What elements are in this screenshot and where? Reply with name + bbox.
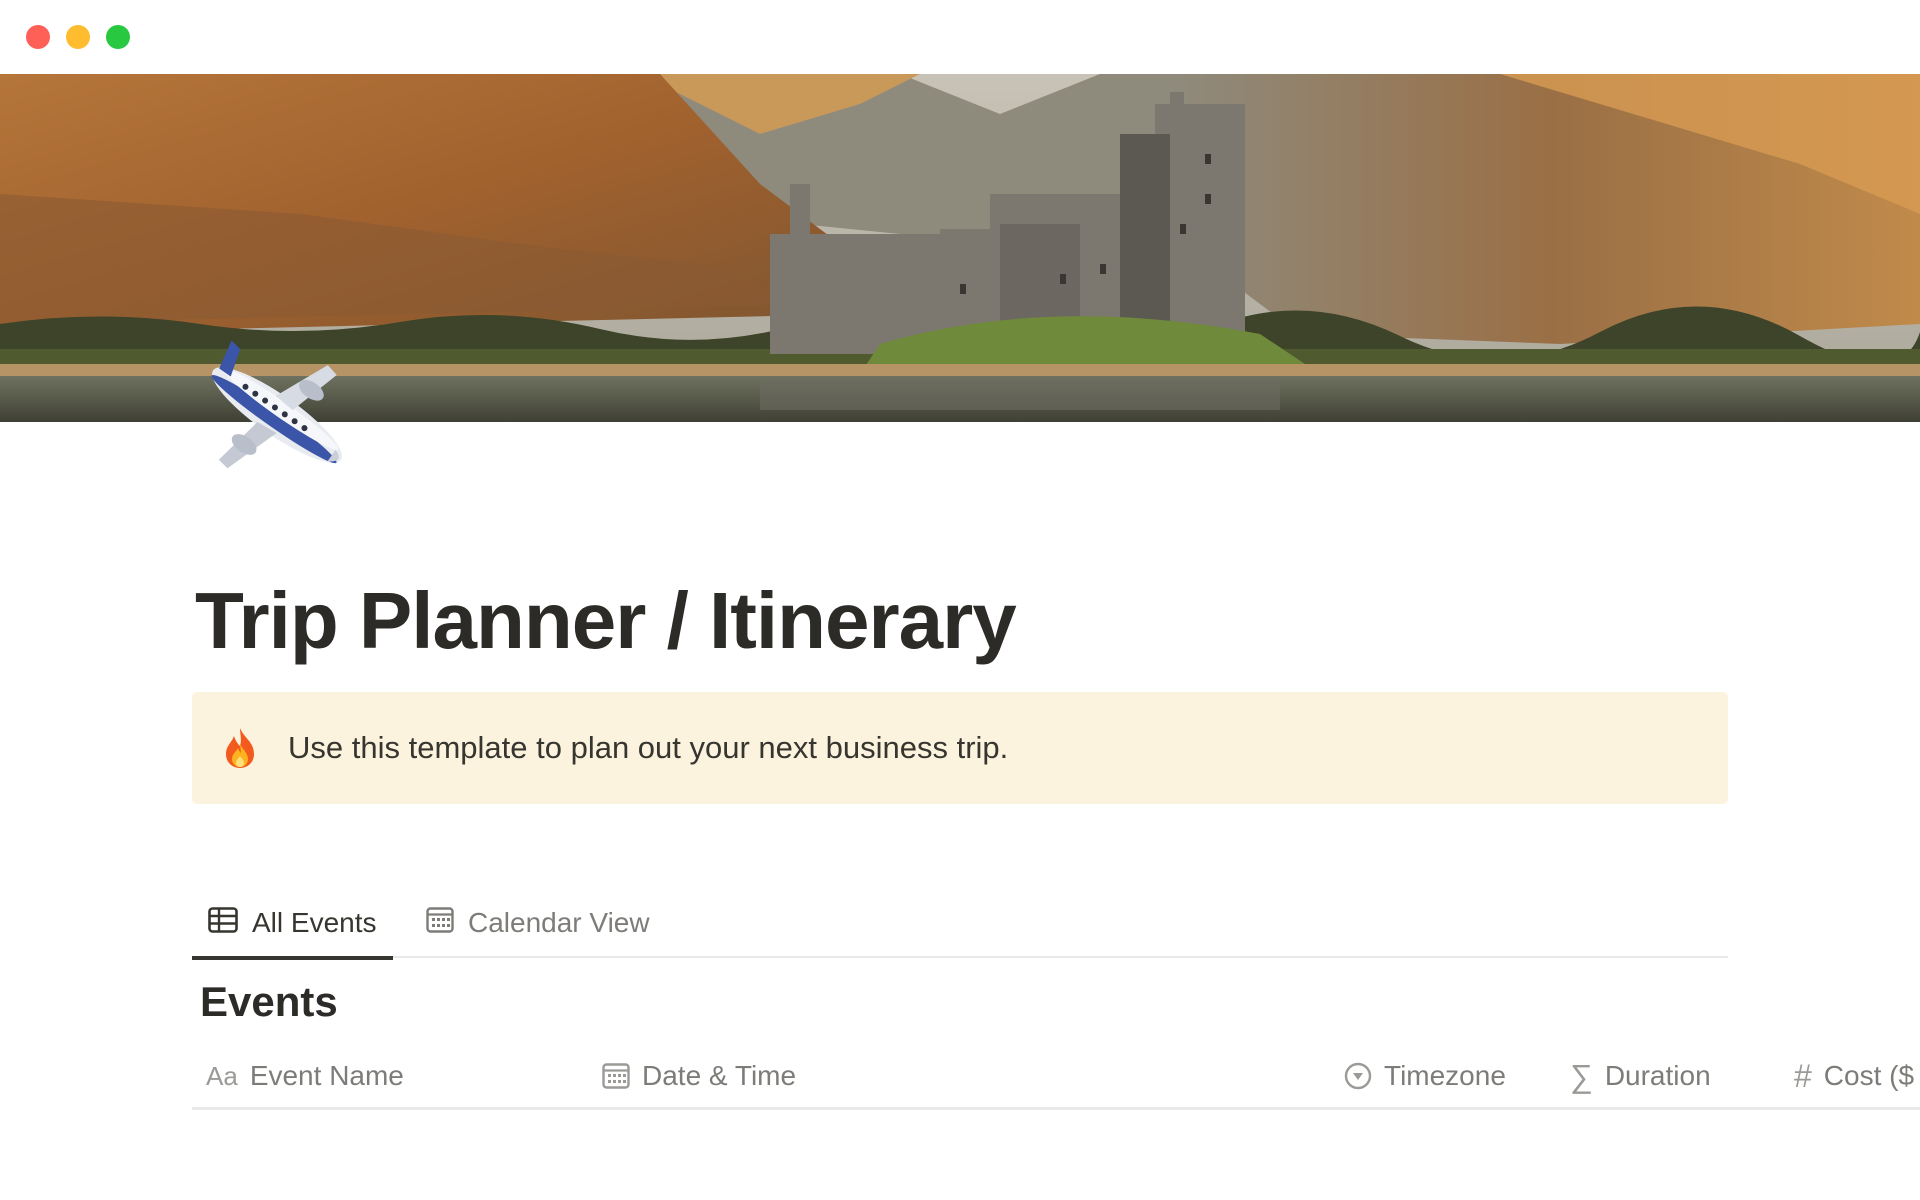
table-icon xyxy=(208,906,252,940)
tab-calendar-view[interactable]: Calendar View xyxy=(414,888,662,958)
tab-label: Calendar View xyxy=(468,907,650,938)
column-label: Date & Time xyxy=(642,1060,797,1091)
sigma-icon: ∑ xyxy=(1570,1057,1593,1094)
calendar-icon xyxy=(602,1063,630,1089)
airplane-icon[interactable] xyxy=(195,340,360,490)
close-window-button[interactable] xyxy=(26,25,50,49)
column-header-duration[interactable]: ∑ Duration xyxy=(1570,1046,1711,1106)
column-header-cost[interactable]: # Cost ($ xyxy=(1794,1046,1914,1106)
database-title[interactable]: Events xyxy=(200,978,338,1026)
text-property-icon: Aa xyxy=(206,1060,238,1091)
calendar-icon xyxy=(426,906,468,940)
hash-icon: # xyxy=(1794,1057,1812,1094)
table-header-row: Aa Event Name Date & Time Timezone ∑ Dur… xyxy=(192,1046,1920,1110)
maximize-window-button[interactable] xyxy=(106,25,130,49)
column-label: Event Name xyxy=(249,1060,404,1091)
column-label: Cost ($ xyxy=(1823,1060,1915,1091)
callout-text[interactable]: Use this template to plan out your next … xyxy=(288,730,1008,766)
column-header-timezone[interactable]: Timezone xyxy=(1344,1046,1506,1106)
notion-window: Trip Planner / Itinerary Use this templa… xyxy=(0,0,1920,1200)
tab-all-events[interactable]: All Events xyxy=(192,888,393,960)
column-header-date-time[interactable]: Date & Time xyxy=(602,1046,796,1106)
page-title[interactable]: Trip Planner / Itinerary xyxy=(195,575,1017,667)
tab-label: All Events xyxy=(252,907,377,938)
column-header-event-name[interactable]: Aa Event Name xyxy=(206,1046,404,1106)
database-view-tabs: All Events Calendar View xyxy=(192,888,1728,960)
title-bar xyxy=(0,0,1920,74)
minimize-window-button[interactable] xyxy=(66,25,90,49)
callout-block[interactable]: Use this template to plan out your next … xyxy=(192,692,1728,804)
column-label: Duration xyxy=(1604,1060,1711,1091)
select-icon xyxy=(1344,1062,1372,1090)
fire-icon[interactable] xyxy=(192,726,288,770)
column-label: Timezone xyxy=(1384,1060,1506,1091)
